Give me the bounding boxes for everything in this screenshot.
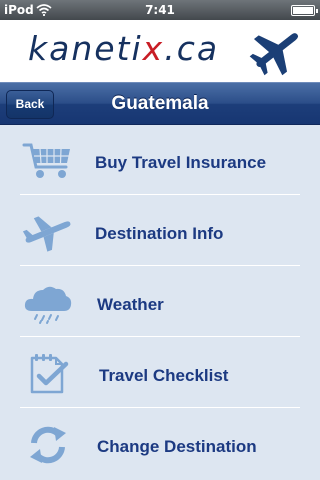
airplane-icon [249, 33, 299, 76]
battery-icon [291, 5, 318, 16]
menu-item-travel-checklist[interactable]: Travel Checklist [0, 338, 320, 408]
rain-cloud-icon [24, 286, 72, 324]
shopping-cart-icon [22, 143, 70, 178]
divider [20, 265, 300, 266]
kanetix-logo: kanetix.ca [28, 29, 219, 68]
divider [20, 194, 300, 195]
logo-prefix: kaneti [28, 29, 143, 68]
navigation-bar: Back Guatemala [0, 82, 320, 125]
refresh-icon [30, 426, 66, 464]
checklist-icon [30, 354, 69, 394]
menu-item-destination-info[interactable]: Destination Info [0, 196, 320, 266]
main-menu: Buy Travel Insurance Destination Info We… [0, 125, 320, 480]
page-title: Guatemala [111, 93, 209, 114]
menu-item-label: Weather [97, 295, 164, 314]
menu-item-change-destination[interactable]: Change Destination [0, 409, 320, 479]
menu-item-label: Change Destination [97, 437, 257, 456]
menu-item-label: Buy Travel Insurance [95, 153, 267, 172]
logo-accent: x [142, 29, 165, 68]
menu-item-label: Destination Info [95, 224, 224, 243]
menu-item-buy-travel-insurance[interactable]: Buy Travel Insurance [0, 125, 320, 195]
menu-item-weather[interactable]: Weather [0, 267, 320, 337]
back-button[interactable]: Back [6, 90, 54, 119]
menu-item-label: Travel Checklist [99, 366, 229, 385]
airplane-icon [22, 216, 71, 252]
clock: 7:41 [145, 3, 175, 17]
divider [20, 407, 300, 408]
logo-suffix: .ca [164, 29, 220, 68]
brand-header: kanetix.ca [0, 20, 320, 82]
status-bar: iPod 7:41 [0, 0, 320, 20]
divider [20, 336, 300, 337]
